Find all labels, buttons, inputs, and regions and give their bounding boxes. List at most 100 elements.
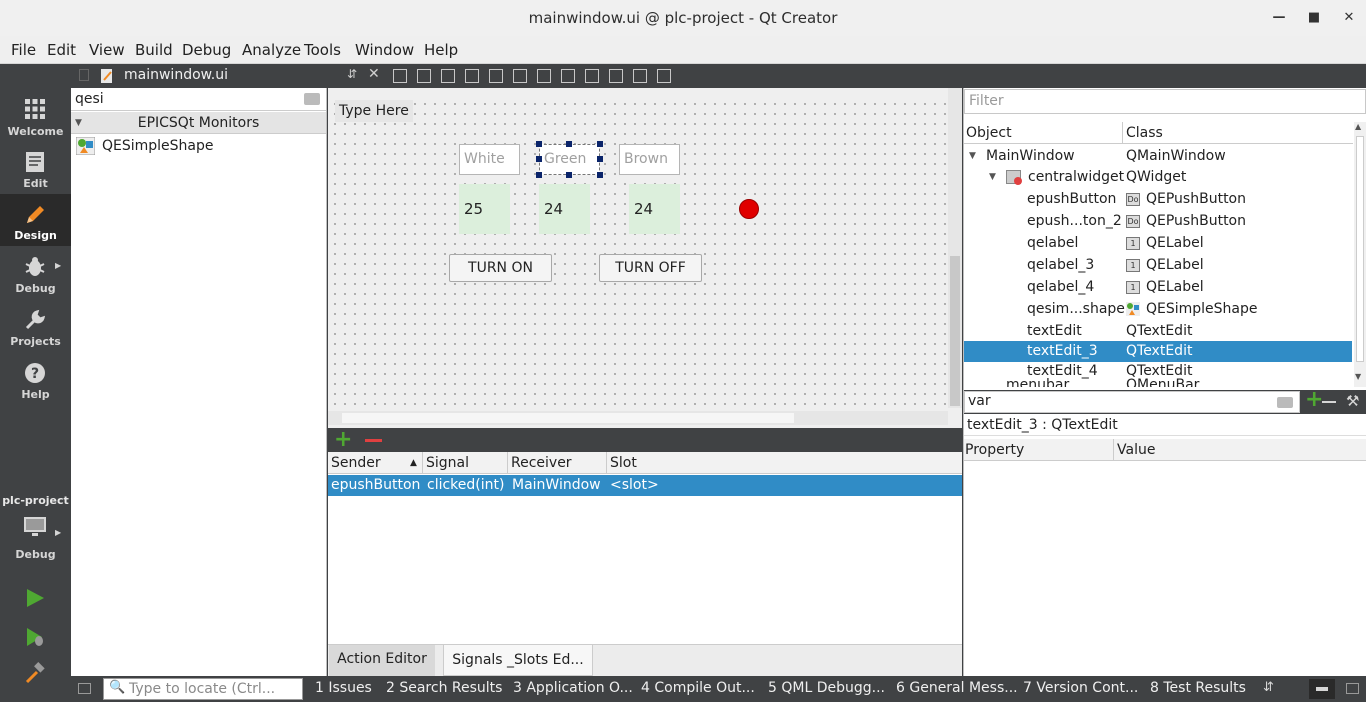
col-value[interactable]: Value <box>1117 439 1155 461</box>
text-edit-brown[interactable]: Brown <box>619 144 680 175</box>
inspector-scrollbar[interactable]: ▲ ▼ <box>1354 122 1366 387</box>
edit-widgets-icon[interactable] <box>393 69 407 83</box>
pane-issues[interactable]: 1 Issues <box>315 680 372 696</box>
tree-row-textedit[interactable]: textEdit QTextEdit <box>964 320 1352 342</box>
break-layout-icon[interactable] <box>633 69 647 83</box>
selection-handle[interactable] <box>597 172 603 178</box>
edit-signals-icon[interactable] <box>417 69 431 83</box>
splitter-vertical-icon[interactable] <box>561 69 575 83</box>
run-icon[interactable] <box>24 587 46 609</box>
configure-wrench-icon[interactable]: ⚒ <box>1346 392 1359 410</box>
build-hammer-icon[interactable] <box>24 662 46 684</box>
widget-search-field[interactable]: qesi <box>71 88 326 111</box>
qelabel-4-value[interactable]: 24 <box>629 184 680 234</box>
debug-run-icon[interactable] <box>24 626 46 648</box>
pane-search-results[interactable]: 2 Search Results <box>386 680 502 696</box>
open-file-name[interactable]: mainwindow.ui <box>124 67 228 83</box>
tab-signals-slots[interactable]: Signals _Slots Ed... <box>443 645 593 676</box>
tree-row-qelabel-4[interactable]: qelabel_4 1 QELabel <box>964 276 1352 298</box>
tree-row-epushbutton[interactable]: epushButton Do QEPushButton <box>964 188 1352 210</box>
selection-handle[interactable] <box>536 156 542 162</box>
col-signal[interactable]: Signal <box>426 452 469 474</box>
tree-row-epushbutton-2[interactable]: epush...ton_2 Do QEPushButton <box>964 210 1352 232</box>
kit-selector[interactable]: ▶ Debug <box>0 512 71 561</box>
toggle-sidebar-icon[interactable] <box>78 683 91 694</box>
pane-application-output[interactable]: 3 Application O... <box>513 680 633 696</box>
mode-design[interactable]: Design <box>0 194 71 246</box>
object-filter-field[interactable]: Filter <box>964 89 1366 114</box>
col-receiver[interactable]: Receiver <box>511 452 572 474</box>
widget-category-header[interactable]: ▼ EPICSQt Monitors <box>71 112 326 134</box>
connection-receiver[interactable]: MainWindow <box>512 475 601 496</box>
menu-file[interactable]: File <box>11 41 36 59</box>
menu-view[interactable]: View <box>89 41 125 59</box>
design-form[interactable]: Type Here White Green Brown 25 24 24 TUR… <box>330 99 948 411</box>
edit-buddies-icon[interactable] <box>441 69 455 83</box>
selection-handle[interactable] <box>566 172 572 178</box>
selection-handle[interactable] <box>536 172 542 178</box>
edit-tab-order-icon[interactable] <box>465 69 479 83</box>
clear-property-search-icon[interactable] <box>1277 397 1293 408</box>
more-panes-icon[interactable]: ⇵ <box>1263 680 1274 695</box>
close-document-icon[interactable]: ✕ <box>368 66 380 82</box>
maximize-icon[interactable]: ■ <box>1297 0 1331 36</box>
widget-item-qesimpleshape[interactable]: QESimpleShape <box>71 135 326 157</box>
locator-field[interactable]: 🔍 Type to locate (Ctrl... <box>103 678 303 700</box>
selection-handle[interactable] <box>597 156 603 162</box>
tree-row-qelabel[interactable]: qelabel 1 QELabel <box>964 232 1352 254</box>
add-dynamic-property-icon[interactable]: + <box>1305 387 1323 412</box>
selection-handle[interactable] <box>597 141 603 147</box>
qelabel-3-value[interactable]: 24 <box>539 184 590 234</box>
horizontal-scrollbar[interactable] <box>328 411 948 425</box>
col-slot[interactable]: Slot <box>610 452 637 474</box>
mode-welcome[interactable]: Welcome <box>0 90 71 142</box>
layout-form-icon[interactable] <box>585 69 599 83</box>
tree-row-qesimpleshape[interactable]: qesim...shape QESimpleShape <box>964 298 1352 320</box>
clear-search-icon[interactable] <box>304 93 320 105</box>
adjust-size-icon[interactable] <box>657 69 671 83</box>
remove-dynamic-property-icon[interactable] <box>1322 401 1336 403</box>
minimize-icon[interactable]: — <box>1262 0 1296 36</box>
selection-handle[interactable] <box>566 141 572 147</box>
menu-tools[interactable]: Tools <box>304 41 341 59</box>
col-object[interactable]: Object <box>966 122 1012 144</box>
vertical-scroll-thumb[interactable] <box>950 256 960 406</box>
type-here-menu[interactable]: Type Here <box>335 100 413 122</box>
mode-projects[interactable]: Projects <box>0 300 71 352</box>
add-connection-icon[interactable]: + <box>334 428 352 452</box>
remove-connection-icon[interactable] <box>365 439 382 442</box>
mode-help[interactable]: ? Help <box>0 353 71 405</box>
splitter-horizontal-icon[interactable] <box>537 69 551 83</box>
toggle-right-sidebar-icon[interactable] <box>1346 683 1359 694</box>
file-switch-icon[interactable]: ⇵ <box>347 67 357 81</box>
property-search-field[interactable]: var <box>964 391 1300 413</box>
menu-build[interactable]: Build <box>135 41 173 59</box>
tree-row-qelabel-3[interactable]: qelabel_3 1 QELabel <box>964 254 1352 276</box>
menu-analyze[interactable]: Analyze <box>242 41 301 59</box>
col-class[interactable]: Class <box>1126 122 1163 144</box>
inspector-scroll-thumb[interactable] <box>1356 136 1364 362</box>
scroll-down-icon[interactable]: ▼ <box>1355 372 1361 381</box>
pane-general-messages[interactable]: 6 General Mess... <box>896 680 1018 696</box>
vertical-scrollbar[interactable] <box>948 88 962 408</box>
connection-row[interactable]: epushButton clicked(int) MainWindow <slo… <box>328 475 962 496</box>
pane-test-results[interactable]: 8 Test Results <box>1150 680 1246 696</box>
tree-expand-icon[interactable]: ▼ <box>969 145 976 167</box>
scroll-up-icon[interactable]: ▲ <box>1355 122 1361 131</box>
turn-off-button[interactable]: TURN OFF <box>599 254 702 282</box>
connection-sender[interactable]: epushButton <box>331 475 420 496</box>
connection-slot[interactable]: <slot> <box>610 475 659 496</box>
menu-window[interactable]: Window <box>355 41 414 59</box>
tree-row-centralwidget[interactable]: ▼ centralwidget QWidget <box>964 166 1352 188</box>
col-sender[interactable]: Sender <box>331 452 381 474</box>
mode-edit[interactable]: Edit <box>0 142 71 194</box>
col-property[interactable]: Property <box>965 439 1024 461</box>
menu-debug[interactable]: Debug <box>182 41 231 59</box>
selection-handle[interactable] <box>536 141 542 147</box>
progress-details-icon[interactable] <box>1309 679 1335 699</box>
tree-row-mainwindow[interactable]: ▼ MainWindow QMainWindow <box>964 145 1352 167</box>
tree-row-textedit-3[interactable]: textEdit_3 QTextEdit <box>964 341 1352 362</box>
close-icon[interactable]: ✕ <box>1332 0 1366 36</box>
tree-expand-icon[interactable]: ▼ <box>989 166 996 188</box>
layout-grid-icon[interactable] <box>609 69 623 83</box>
